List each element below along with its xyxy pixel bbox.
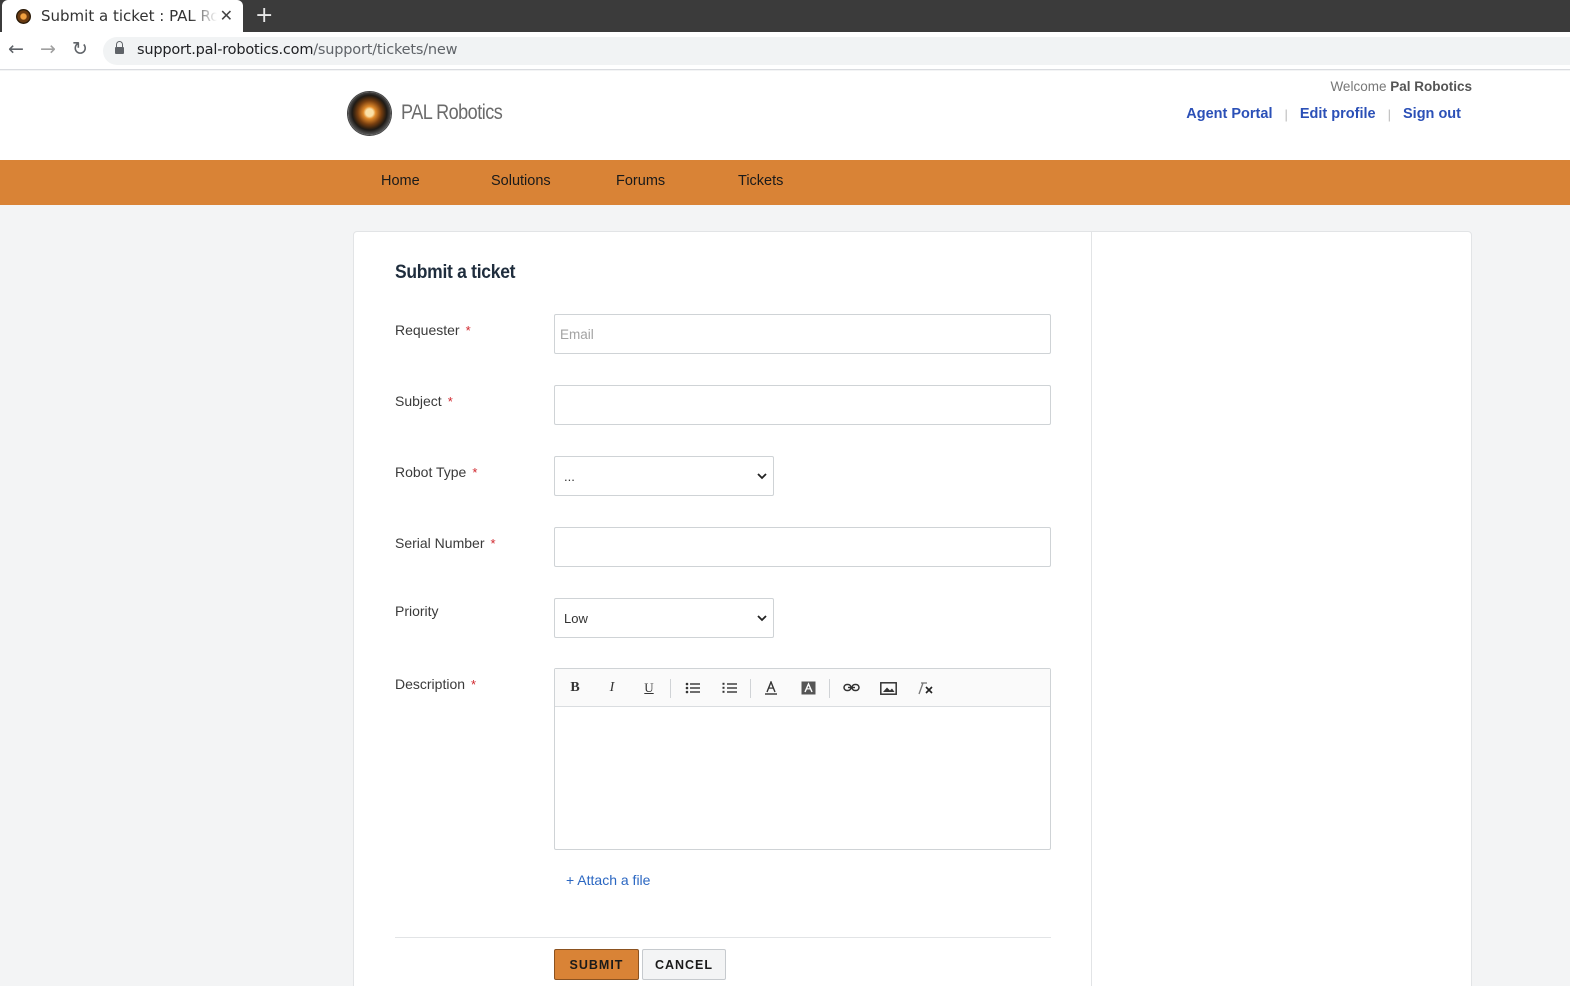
serial-number-input[interactable] bbox=[554, 527, 1051, 567]
card-divider bbox=[1091, 232, 1092, 986]
lock-icon[interactable] bbox=[115, 41, 124, 56]
toolbar-divider bbox=[829, 679, 830, 698]
link-separator: | bbox=[1387, 106, 1391, 122]
editor-toolbar: B I U bbox=[555, 669, 1050, 707]
description-label: Description * bbox=[395, 676, 477, 692]
robot-type-selected: ... bbox=[564, 469, 575, 484]
bold-icon[interactable]: B bbox=[565, 679, 585, 697]
browser-tab[interactable]: Submit a ticket : PAL Robotics ✕ bbox=[2, 0, 243, 32]
requester-label: Requester * bbox=[395, 322, 471, 338]
requester-email-input[interactable] bbox=[554, 314, 1051, 354]
subject-label: Subject * bbox=[395, 393, 453, 409]
nav-tickets[interactable]: Tickets bbox=[738, 173, 783, 189]
link-icon[interactable] bbox=[841, 679, 861, 697]
description-editor: B I U bbox=[554, 668, 1051, 850]
robot-type-select[interactable]: ... bbox=[554, 456, 774, 496]
welcome-message: Welcome Pal Robotics bbox=[1330, 79, 1472, 94]
page-title: Submit a ticket bbox=[395, 262, 516, 283]
numbered-list-icon[interactable] bbox=[719, 679, 739, 697]
underline-icon[interactable]: U bbox=[639, 679, 659, 697]
main-nav: Home Solutions Forums Tickets bbox=[0, 160, 1570, 205]
priority-label: Priority bbox=[395, 603, 439, 619]
welcome-user: Pal Robotics bbox=[1390, 79, 1472, 94]
bullet-list-icon[interactable] bbox=[682, 679, 702, 697]
image-icon[interactable] bbox=[878, 679, 898, 697]
nav-home[interactable]: Home bbox=[381, 173, 420, 189]
toolbar-divider bbox=[670, 679, 671, 698]
brand-name[interactable]: PAL Robotics bbox=[401, 101, 503, 125]
tab-title: Submit a ticket : PAL Robotics bbox=[41, 7, 217, 25]
priority-select[interactable]: Low bbox=[554, 598, 774, 638]
toolbar-divider bbox=[750, 679, 751, 698]
font-color-icon[interactable] bbox=[761, 679, 781, 697]
required-marker: * bbox=[490, 536, 496, 551]
nav-solutions[interactable]: Solutions bbox=[491, 173, 551, 189]
required-marker: * bbox=[447, 394, 453, 409]
link-separator: | bbox=[1284, 106, 1288, 122]
site-favicon-icon bbox=[16, 8, 31, 24]
site-header: PAL Robotics Welcome Pal Robotics Agent … bbox=[0, 71, 1570, 160]
browser-toolbar: ← → ↻ support.pal-robotics.com/support/t… bbox=[0, 32, 1570, 70]
nav-forums[interactable]: Forums bbox=[616, 173, 665, 189]
clear-formatting-icon[interactable] bbox=[915, 679, 935, 697]
chevron-down-icon bbox=[757, 615, 767, 622]
attach-file-link[interactable]: + Attach a file bbox=[566, 872, 650, 888]
submit-button[interactable]: SUBMIT bbox=[554, 949, 639, 980]
required-marker: * bbox=[471, 677, 477, 692]
subject-input[interactable] bbox=[554, 385, 1051, 425]
robot-type-label: Robot Type * bbox=[395, 464, 478, 480]
sign-out-link[interactable]: Sign out bbox=[1403, 106, 1461, 122]
close-tab-icon[interactable]: ✕ bbox=[220, 6, 233, 25]
ticket-form-card: Submit a ticket Requester* Subject* Robo… bbox=[353, 231, 1472, 986]
back-arrow-icon[interactable]: ← bbox=[8, 38, 24, 60]
cancel-button[interactable]: CANCEL bbox=[642, 949, 726, 980]
url-text: support.pal-robotics.com/support/tickets… bbox=[137, 42, 458, 58]
new-tab-icon[interactable]: + bbox=[255, 3, 273, 28]
italic-icon[interactable]: I bbox=[602, 679, 622, 697]
pal-robotics-logo[interactable] bbox=[348, 92, 391, 135]
forward-arrow-icon[interactable]: → bbox=[40, 38, 56, 60]
description-textarea[interactable] bbox=[555, 708, 1050, 849]
form-divider bbox=[395, 937, 1051, 938]
required-marker: * bbox=[465, 323, 471, 338]
priority-selected: Low bbox=[564, 611, 588, 626]
reload-icon[interactable]: ↻ bbox=[72, 38, 88, 60]
background-color-icon[interactable] bbox=[798, 679, 818, 697]
serial-number-label: Serial Number * bbox=[395, 535, 496, 551]
address-bar[interactable]: support.pal-robotics.com/support/tickets… bbox=[103, 37, 1570, 65]
edit-profile-link[interactable]: Edit profile bbox=[1300, 106, 1376, 122]
required-marker: * bbox=[472, 465, 478, 480]
chevron-down-icon bbox=[757, 473, 767, 480]
agent-portal-link[interactable]: Agent Portal bbox=[1186, 106, 1272, 122]
user-links: Agent Portal | Edit profile | Sign out bbox=[1186, 106, 1461, 122]
browser-tab-strip: Submit a ticket : PAL Robotics ✕ + bbox=[0, 0, 1570, 32]
